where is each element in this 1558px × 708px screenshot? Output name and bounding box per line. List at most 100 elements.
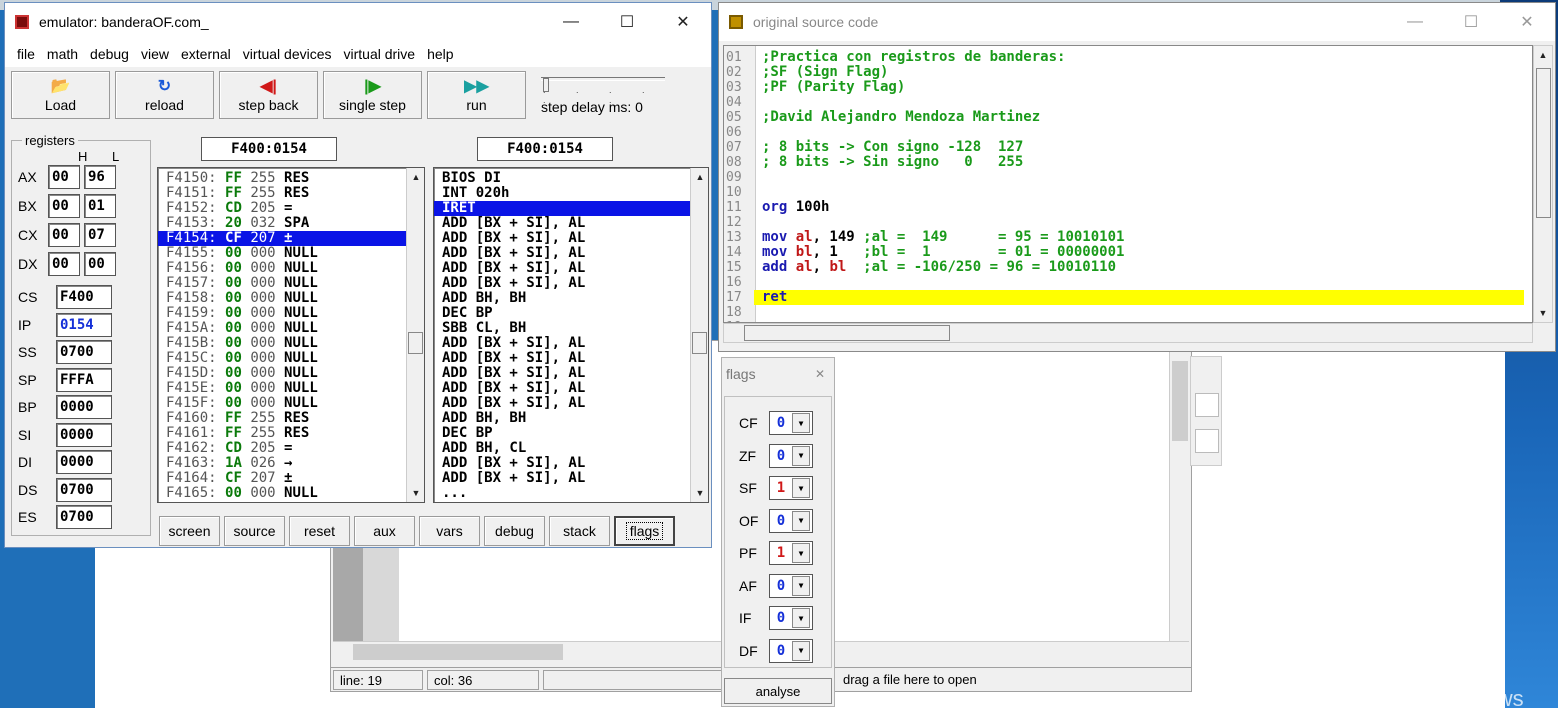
memory-row[interactable]: F4153: 20 032 SPA <box>158 216 424 231</box>
disassembly-row[interactable]: ADD [BX + SI], AL <box>434 246 708 261</box>
single-step-button[interactable]: |▶ single step <box>323 71 422 119</box>
memory-row[interactable]: F4157: 00 000 NULL <box>158 276 424 291</box>
disassembly-row[interactable]: DEC BP <box>434 306 708 321</box>
register-value[interactable]: F400 <box>56 285 112 309</box>
register-value[interactable]: 0000 <box>56 422 112 447</box>
chevron-down-icon[interactable]: ▼ <box>792 445 810 466</box>
memory-row[interactable]: F4161: FF 255 RES <box>158 426 424 441</box>
menu-virtual-devices[interactable]: virtual devices <box>237 46 338 62</box>
aux-button[interactable]: aux <box>354 516 415 546</box>
scroll-thumb[interactable] <box>1536 68 1551 218</box>
register-high-byte[interactable]: 00 <box>48 223 80 247</box>
chevron-down-icon[interactable]: ▼ <box>792 608 810 628</box>
disassembly-row[interactable]: ADD BH, BH <box>434 291 708 306</box>
register-value[interactable]: 0700 <box>56 340 112 364</box>
menu-help[interactable]: help <box>421 46 459 62</box>
debug-button[interactable]: debug <box>484 516 545 546</box>
memory-row[interactable]: F4158: 00 000 NULL <box>158 291 424 306</box>
close-icon[interactable]: ✕ <box>810 364 830 384</box>
memory-row[interactable]: F4152: CD 205 = <box>158 201 424 216</box>
maximize-button[interactable]: ☐ <box>1443 3 1499 41</box>
disassembly-row[interactable]: ADD [BX + SI], AL <box>434 456 708 471</box>
memory-row[interactable]: F4156: 00 000 NULL <box>158 261 424 276</box>
menu-math[interactable]: math <box>41 46 84 62</box>
disassembly-row[interactable]: SBB CL, BH <box>434 321 708 336</box>
memory-scrollbar[interactable]: ▲ ▼ <box>406 168 424 502</box>
disassembly-listbox[interactable]: BIOS DI INT 020h IRET ADD [BX + SI], AL ADD … <box>433 167 709 503</box>
memory-row[interactable]: F415F: 00 000 NULL <box>158 396 424 411</box>
side-field[interactable] <box>1195 429 1219 453</box>
stack-button[interactable]: stack <box>549 516 610 546</box>
flag-dropdown[interactable]: 0 ▼ <box>769 606 813 630</box>
reload-button[interactable]: ↻ reload <box>115 71 214 119</box>
disassembly-row[interactable]: INT 020h <box>434 186 708 201</box>
close-button[interactable]: ✕ <box>1499 3 1555 41</box>
chevron-down-icon[interactable]: ▼ <box>792 510 810 531</box>
register-value[interactable]: 0000 <box>56 395 112 419</box>
register-high-byte[interactable]: 00 <box>48 252 80 276</box>
register-low-byte[interactable]: 01 <box>84 194 116 218</box>
flag-dropdown[interactable]: 1 ▼ <box>769 476 813 500</box>
minimize-button[interactable]: — <box>1387 3 1443 41</box>
menu-external[interactable]: external <box>175 46 237 62</box>
step-delay-slider[interactable]: . . . . . . . step delay ms: 0 <box>535 71 675 119</box>
memory-row[interactable]: F4163: 1A 026 → <box>158 456 424 471</box>
register-low-byte[interactable]: 00 <box>84 252 116 276</box>
step-back-button[interactable]: ◀| step back <box>219 71 318 119</box>
scroll-up-icon[interactable]: ▲ <box>691 168 708 186</box>
editor-vertical-scrollbar[interactable] <box>1169 341 1189 641</box>
scroll-down-icon[interactable]: ▼ <box>407 484 424 502</box>
memory-row[interactable]: F4155: 00 000 NULL <box>158 246 424 261</box>
vars-button[interactable]: vars <box>419 516 480 546</box>
memory-row[interactable]: F4160: FF 255 RES <box>158 411 424 426</box>
memory-row[interactable]: F4165: 00 000 NULL <box>158 486 424 501</box>
memory-row[interactable]: F415B: 00 000 NULL <box>158 336 424 351</box>
disassembly-row[interactable]: ADD [BX + SI], AL <box>434 336 708 351</box>
chevron-down-icon[interactable]: ▼ <box>792 413 810 433</box>
memory-row[interactable]: F4150: FF 255 RES <box>158 171 424 186</box>
memory-row[interactable]: F4151: FF 255 RES <box>158 186 424 201</box>
scroll-thumb[interactable] <box>353 644 563 660</box>
scroll-up-icon[interactable]: ▲ <box>1534 46 1552 64</box>
disassembly-row[interactable]: ADD [BX + SI], AL <box>434 471 708 486</box>
memory-row[interactable]: F415D: 00 000 NULL <box>158 366 424 381</box>
disassembly-address-field[interactable]: F400:0154 <box>477 137 613 161</box>
scroll-thumb[interactable] <box>1172 361 1188 441</box>
source-vertical-scrollbar[interactable]: ▲ ▼ <box>1533 45 1553 323</box>
side-field[interactable] <box>1195 393 1219 417</box>
scroll-thumb[interactable] <box>744 325 950 341</box>
memory-row[interactable]: F415E: 00 000 NULL <box>158 381 424 396</box>
register-high-byte[interactable]: 00 <box>48 194 80 218</box>
load-button[interactable]: 📂 Load <box>11 71 110 119</box>
flag-dropdown[interactable]: 0 ▼ <box>769 508 813 533</box>
flag-dropdown[interactable]: 1 ▼ <box>769 541 813 565</box>
screen-button[interactable]: screen <box>159 516 220 546</box>
source-button[interactable]: source <box>224 516 285 546</box>
scroll-down-icon[interactable]: ▼ <box>691 484 708 502</box>
source-code-area[interactable]: 01 ;Practica con registros de banderas: 02… <box>723 45 1533 323</box>
memory-row[interactable]: F4162: CD 205 = <box>158 441 424 456</box>
maximize-button[interactable]: ☐ <box>599 3 655 41</box>
flag-dropdown[interactable]: 0 ▼ <box>769 573 813 598</box>
register-low-byte[interactable]: 96 <box>84 165 116 189</box>
disassembly-row[interactable]: IRET <box>434 201 708 216</box>
memory-address-field[interactable]: F400:0154 <box>201 137 337 161</box>
disassembly-row[interactable]: ADD BH, BH <box>434 411 708 426</box>
register-high-byte[interactable]: 00 <box>48 165 80 189</box>
disassembly-row[interactable]: ADD [BX + SI], AL <box>434 351 708 366</box>
source-titlebar[interactable]: original source code — ☐ ✕ <box>719 3 1555 41</box>
flags-titlebar[interactable]: flags ✕ <box>722 358 834 390</box>
disassembly-row[interactable]: ADD [BX + SI], AL <box>434 396 708 411</box>
chevron-down-icon[interactable]: ▼ <box>792 575 810 596</box>
register-value[interactable]: 0700 <box>56 477 112 502</box>
memory-row[interactable]: F4159: 00 000 NULL <box>158 306 424 321</box>
scroll-down-icon[interactable]: ▼ <box>1534 304 1552 322</box>
register-value[interactable]: 0000 <box>56 450 112 474</box>
register-low-byte[interactable]: 07 <box>84 223 116 247</box>
disassembly-row[interactable]: ADD [BX + SI], AL <box>434 276 708 291</box>
memory-row[interactable]: F4154: CF 207 ± <box>158 231 424 246</box>
disassembly-row[interactable]: ... <box>434 486 708 501</box>
flag-dropdown[interactable]: 0 ▼ <box>769 638 813 663</box>
close-button[interactable]: ✕ <box>655 3 711 41</box>
chevron-down-icon[interactable]: ▼ <box>792 640 810 661</box>
